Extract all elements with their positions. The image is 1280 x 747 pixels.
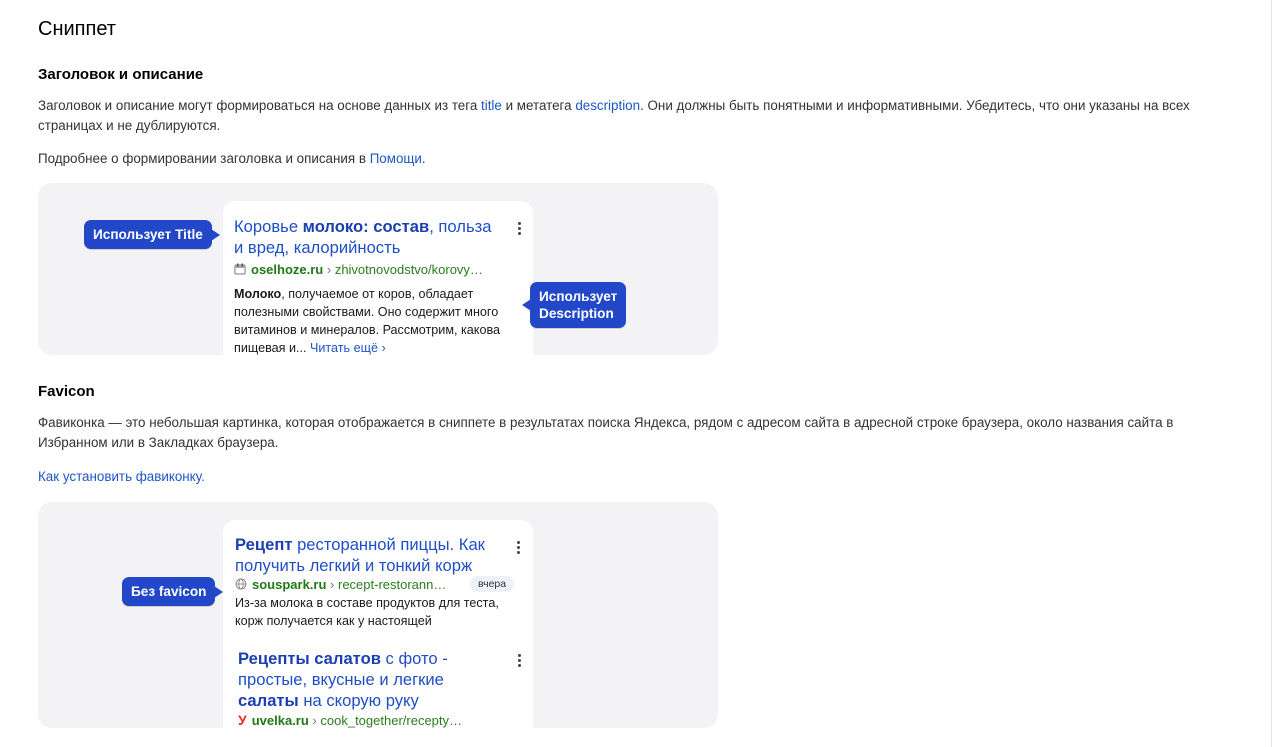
callout-text: Использует Title xyxy=(93,227,203,242)
callout-no-favicon: Без favicon xyxy=(122,577,224,606)
snippet-path: zhivotnovodstvo/korovy… xyxy=(334,262,483,277)
snippet-url[interactable]: oselhoze.ru › zhivotnovodstvo/korovy… xyxy=(234,262,483,278)
text: Заголовок и описание могут формироваться… xyxy=(38,98,482,113)
callout-text: Использует xyxy=(539,289,618,304)
text: . xyxy=(421,151,426,166)
snippet-url[interactable]: Уuvelka.ru › cook_together/recepty… xyxy=(238,712,462,728)
snippet-example-1: Коровье молоко: состав, польза и вред, ка… xyxy=(38,183,718,355)
text: корж получается как у настоящей xyxy=(235,614,432,628)
title-tag-link[interactable]: title xyxy=(481,98,502,113)
callout-pointer xyxy=(522,299,531,311)
text: Подробнее о формировании заголовка и опи… xyxy=(38,151,370,166)
callout-pointer xyxy=(214,585,224,598)
text: ресторанной пиццы. Как xyxy=(292,535,485,554)
section-heading-title-description: Заголовок и описание xyxy=(38,66,204,83)
text: на скорую руку xyxy=(298,691,419,710)
more-options-icon[interactable] xyxy=(518,654,522,669)
separator: › xyxy=(326,577,338,592)
yandex-favicon-icon: У xyxy=(238,712,247,728)
snippet-domain: souspark.ru xyxy=(252,577,327,592)
section-heading-favicon: Favicon xyxy=(38,383,95,400)
snippet-title[interactable]: Коровье молоко: состав, польза и вред, ка… xyxy=(234,216,519,258)
text: , получаемое от коров, обладает xyxy=(281,287,474,301)
text: получить легкий и тонкий корж xyxy=(235,556,473,575)
text: , польза xyxy=(429,217,492,236)
description-meta-link[interactable]: description xyxy=(575,98,640,113)
callout-uses-title: Использует Title xyxy=(84,220,220,249)
text: Рецепт xyxy=(235,535,293,554)
snippet-domain: uvelka.ru xyxy=(251,713,309,728)
favicon-howto-paragraph: Как установить фавиконку. xyxy=(38,467,1238,487)
globe-icon xyxy=(235,578,247,590)
page-title: Сниппет xyxy=(38,18,116,40)
snippet-title[interactable]: Рецепты салатов с фото - простые, вкусны… xyxy=(238,648,518,711)
snippet-domain: oselhoze.ru xyxy=(251,262,324,277)
read-more-link[interactable]: Читать ещё › xyxy=(310,341,386,355)
install-favicon-link[interactable]: Как установить фавиконку. xyxy=(38,469,205,484)
more-options-icon[interactable] xyxy=(517,541,521,556)
text: и метатега xyxy=(501,98,576,113)
text: Молоко xyxy=(234,287,282,301)
snippet-card: Рецепт ресторанной пиццы. Как получить л… xyxy=(223,520,533,728)
callout-text: Description xyxy=(539,306,614,321)
text: : xyxy=(363,217,374,236)
callout-text: Без favicon xyxy=(131,584,207,599)
separator: › xyxy=(308,713,321,728)
scrollbar-edge xyxy=(1271,0,1272,747)
snippet-example-2: Рецепт ресторанной пиццы. Как получить л… xyxy=(38,502,718,728)
snippet-path: recept-restorann… xyxy=(337,577,447,592)
text: молоко xyxy=(302,217,364,236)
more-options-icon[interactable] xyxy=(518,222,522,237)
text: Из-за молока в составе продуктов для тес… xyxy=(235,596,499,610)
text: Коровье xyxy=(234,217,303,236)
text: пищевая и... xyxy=(234,341,310,355)
snippet-path: cook_together/recepty… xyxy=(320,713,463,728)
section-description: Заголовок и описание могут формироваться… xyxy=(38,96,1238,136)
favicon-icon xyxy=(234,263,246,275)
text: простые, вкусные и легкие xyxy=(238,670,444,689)
snippet-description: Молоко, получаемое от коров, обладает по… xyxy=(234,285,524,355)
date-badge: вчера xyxy=(470,576,515,592)
text: салаты xyxy=(238,691,299,710)
favicon-description: Фавиконка — это небольшая картинка, кото… xyxy=(38,415,1174,450)
snippet-description: Из-за молока в составе продуктов для тес… xyxy=(235,594,525,630)
callout-uses-description: Использует Description xyxy=(522,282,627,328)
snippet-title[interactable]: Рецепт ресторанной пиццы. Как получить л… xyxy=(235,534,515,576)
text: витаминов и минералов. Рассмотрим, каков… xyxy=(234,323,500,337)
snippet-card: Коровье молоко: состав, польза и вред, ка… xyxy=(223,201,533,355)
separator: › xyxy=(323,262,335,277)
callout-pointer xyxy=(210,228,220,241)
text: и вред, калорийность xyxy=(234,238,401,257)
snippet-url[interactable]: souspark.ru › recept-restorann… xyxy=(235,577,446,593)
help-paragraph: Подробнее о формировании заголовка и опи… xyxy=(38,149,1238,169)
text: с фото - xyxy=(380,649,448,668)
text: полезными свойствами. Оно содержит много xyxy=(234,305,499,319)
help-link[interactable]: Помощи xyxy=(370,151,422,166)
text: состав xyxy=(373,217,430,236)
text: Рецепты салатов xyxy=(238,649,381,668)
